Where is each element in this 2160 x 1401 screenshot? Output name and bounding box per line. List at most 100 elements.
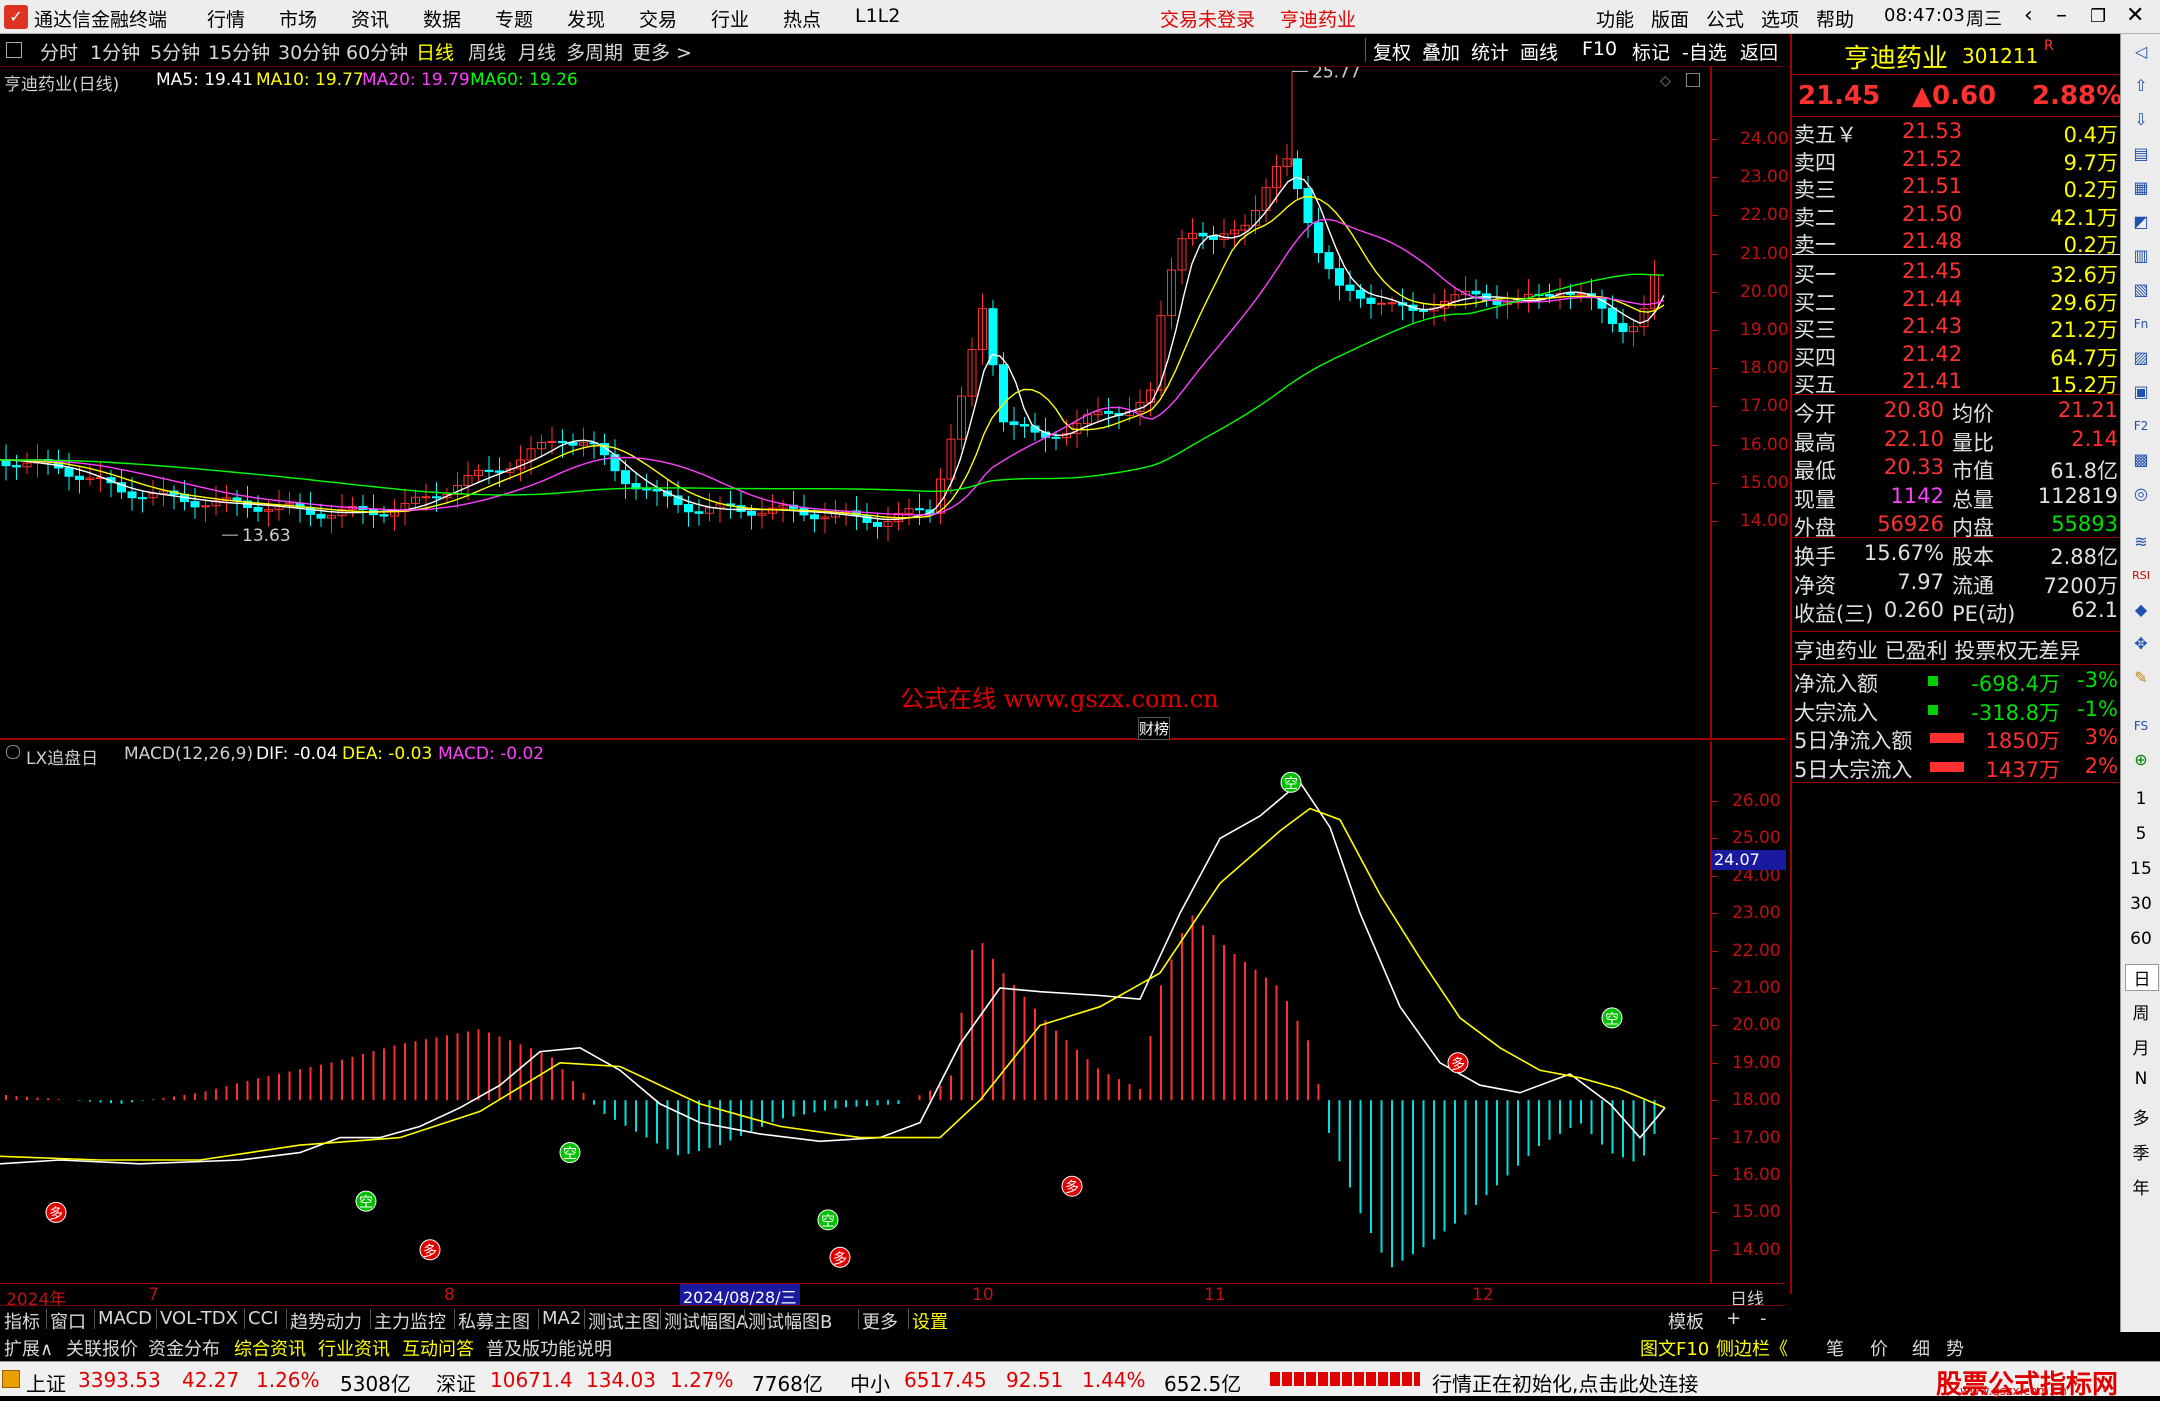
move-icon[interactable]: ✥ <box>2129 632 2153 656</box>
diamond-icon[interactable]: ◆ <box>2129 598 2153 622</box>
period-15min[interactable]: 15分钟 <box>208 38 270 65</box>
indicator-tab[interactable]: MACD <box>98 1308 152 1329</box>
period-timeshare[interactable]: 分时 <box>40 38 78 65</box>
index-sh-name[interactable]: 上证 <box>26 1368 66 1397</box>
tool-draw[interactable]: 画线 <box>1520 38 1558 65</box>
flow-row[interactable]: 大宗流入 -318.8万 -1% <box>1792 697 2122 725</box>
wave-icon[interactable]: ≋ <box>2129 530 2153 554</box>
menu-formula[interactable]: 公式 <box>1706 5 1744 32</box>
fs-icon[interactable]: FS <box>2129 714 2153 738</box>
back-arrow-icon[interactable]: ‹ <box>2024 3 2033 28</box>
document-icon[interactable]: ▣ <box>2129 380 2153 404</box>
tool-back[interactable]: 返回 <box>1740 38 1778 65</box>
period-1min[interactable]: 1分钟 <box>90 38 140 65</box>
menu-market[interactable]: 市场 <box>279 5 317 32</box>
menu-trade[interactable]: 交易 <box>639 5 677 32</box>
period-weekly[interactable]: 周线 <box>468 38 506 65</box>
pencil-icon[interactable]: ✎ <box>2129 666 2153 690</box>
tool-overlay[interactable]: 叠加 <box>1422 38 1460 65</box>
flow-row[interactable]: 5日净流入额 1850万 3% <box>1792 725 2122 753</box>
asks-level-row[interactable]: 卖四 21.52 9.7万 <box>1792 147 2122 175</box>
collapse-icon[interactable]: ◁ <box>2129 40 2153 64</box>
down-arrow-icon[interactable]: ⇩ <box>2129 108 2153 132</box>
menu-data[interactable]: 数据 <box>423 5 461 32</box>
extension-tab[interactable]: 扩展∧ <box>4 1335 53 1361</box>
indicator-subchart[interactable]: LX追盘日 MACD(12,26,9) DIF: -0.04 DEA: -0.0… <box>0 741 1786 1283</box>
status-icon[interactable] <box>2 1370 20 1388</box>
template-control[interactable]: - <box>1760 1308 1767 1329</box>
index-sme-name[interactable]: 中小 <box>850 1368 890 1397</box>
table-icon[interactable]: ▦ <box>2129 176 2153 200</box>
period-more[interactable]: 更多 > <box>632 38 692 65</box>
sidebar-period-year[interactable]: 年 <box>2121 1174 2160 1199</box>
indicator-tab[interactable]: 测试幅图A <box>664 1308 748 1334</box>
bids-level-row[interactable]: 买一 21.45 32.6万 <box>1792 259 2122 287</box>
indicator-tab[interactable]: 趋势动力 <box>290 1308 362 1334</box>
period-monthly[interactable]: 月线 <box>518 38 556 65</box>
extension-tab[interactable]: 综合资讯 <box>234 1335 306 1361</box>
stack-icon[interactable]: ▩ <box>2129 448 2153 472</box>
tool-restore-rights[interactable]: 复权 <box>1373 38 1411 65</box>
side-tab[interactable]: 细 <box>1912 1335 1930 1361</box>
sidebar-period-60[interactable]: 60 <box>2121 929 2160 949</box>
menu-help[interactable]: 帮助 <box>1816 5 1854 32</box>
template-control[interactable]: + <box>1726 1308 1741 1329</box>
rsi-icon[interactable]: RSI <box>2129 564 2153 588</box>
period-60min[interactable]: 60分钟 <box>346 38 408 65</box>
asks-level-row[interactable]: 卖五￥ 21.53 0.4万 <box>1792 119 2122 147</box>
indicator-tab[interactable]: 主力监控 <box>374 1308 446 1334</box>
sidebar-period-15[interactable]: 15 <box>2121 859 2160 879</box>
event-badge[interactable]: 财榜 <box>1138 717 1171 740</box>
tool-mark[interactable]: 标记 <box>1632 38 1670 65</box>
extension-tab[interactable]: 普及版功能说明 <box>486 1335 612 1361</box>
indicator-tab[interactable]: 指标 <box>4 1308 40 1334</box>
zoom-icon[interactable]: ⊕ <box>2129 748 2153 772</box>
bids-level-row[interactable]: 买三 21.43 21.2万 <box>1792 314 2122 342</box>
bids-level-row[interactable]: 买四 21.42 64.7万 <box>1792 342 2122 370</box>
sidebar-period-30[interactable]: 30 <box>2121 894 2160 914</box>
sidebar-period-month[interactable]: 月 <box>2121 1034 2160 1059</box>
indicator-tab[interactable]: 私募主图 <box>458 1308 530 1334</box>
extension-tab[interactable]: 行业资讯 <box>318 1335 390 1361</box>
asks-level-row[interactable]: 卖一 21.48 0.2万 <box>1792 229 2122 257</box>
list-icon[interactable]: ▧ <box>2129 278 2153 302</box>
menu-news[interactable]: 资讯 <box>351 5 389 32</box>
kline-icon[interactable]: ▥ <box>2129 244 2153 268</box>
side-tab[interactable]: 势 <box>1946 1335 1964 1361</box>
sidebar-period-day[interactable]: 日 <box>2125 964 2159 991</box>
flow-row[interactable]: 净流入额 -698.4万 -3% <box>1792 668 2122 696</box>
period-5min[interactable]: 5分钟 <box>150 38 200 65</box>
indicator-tab[interactable]: 测试幅图B <box>748 1308 832 1334</box>
minimize-icon[interactable]: – <box>2056 3 2067 28</box>
period-multi[interactable]: 多周期 <box>566 38 623 65</box>
side-tab[interactable]: 图文F10 <box>1640 1335 1709 1361</box>
bids-level-row[interactable]: 买二 21.44 29.6万 <box>1792 287 2122 315</box>
close-icon[interactable]: ✕ <box>2126 3 2144 28</box>
connection-message[interactable]: 行情正在初始化,点击此处连接 <box>1432 1368 1698 1397</box>
side-tab[interactable]: 侧边栏《 <box>1716 1335 1788 1361</box>
menu-layout[interactable]: 版面 <box>1651 5 1689 32</box>
indicator-tab[interactable]: CCI <box>248 1308 278 1329</box>
menu-quotes[interactable]: 行情 <box>207 5 245 32</box>
f10-icon[interactable]: Fn <box>2129 312 2153 336</box>
chart-icon[interactable]: ▤ <box>2129 142 2153 166</box>
grid-icon[interactable]: ▨ <box>2129 346 2153 370</box>
menu-industry[interactable]: 行业 <box>711 5 749 32</box>
flow-row[interactable]: 5日大宗流入 1437万 2% <box>1792 754 2122 782</box>
restore-icon[interactable]: ❐ <box>2090 6 2106 27</box>
extension-tab[interactable]: 互动问答 <box>402 1335 474 1361</box>
extension-tab[interactable]: 资金分布 <box>148 1335 220 1361</box>
template-control[interactable]: 模板 <box>1668 1308 1704 1334</box>
menu-l1l2[interactable]: L1L2 <box>855 5 900 27</box>
f2-icon[interactable]: F2 <box>2129 414 2153 438</box>
period-daily[interactable]: 日线 <box>416 38 454 65</box>
tool-statistics[interactable]: 统计 <box>1471 38 1509 65</box>
panel-toggle-icon[interactable] <box>6 42 22 58</box>
main-kline-chart[interactable]: 亨迪药业(日线) MA5: 19.41 MA10: 19.77 MA20: 19… <box>0 67 1789 740</box>
sidebar-period-multi[interactable]: 多 <box>2121 1104 2160 1129</box>
index-sz-name[interactable]: 深证 <box>436 1368 476 1397</box>
indicator-tab[interactable]: VOL-TDX <box>160 1308 238 1329</box>
side-tab[interactable]: 笔 <box>1826 1335 1844 1361</box>
line-chart-icon[interactable]: ◩ <box>2129 210 2153 234</box>
trade-login-status[interactable]: 交易未登录 <box>1160 5 1255 32</box>
